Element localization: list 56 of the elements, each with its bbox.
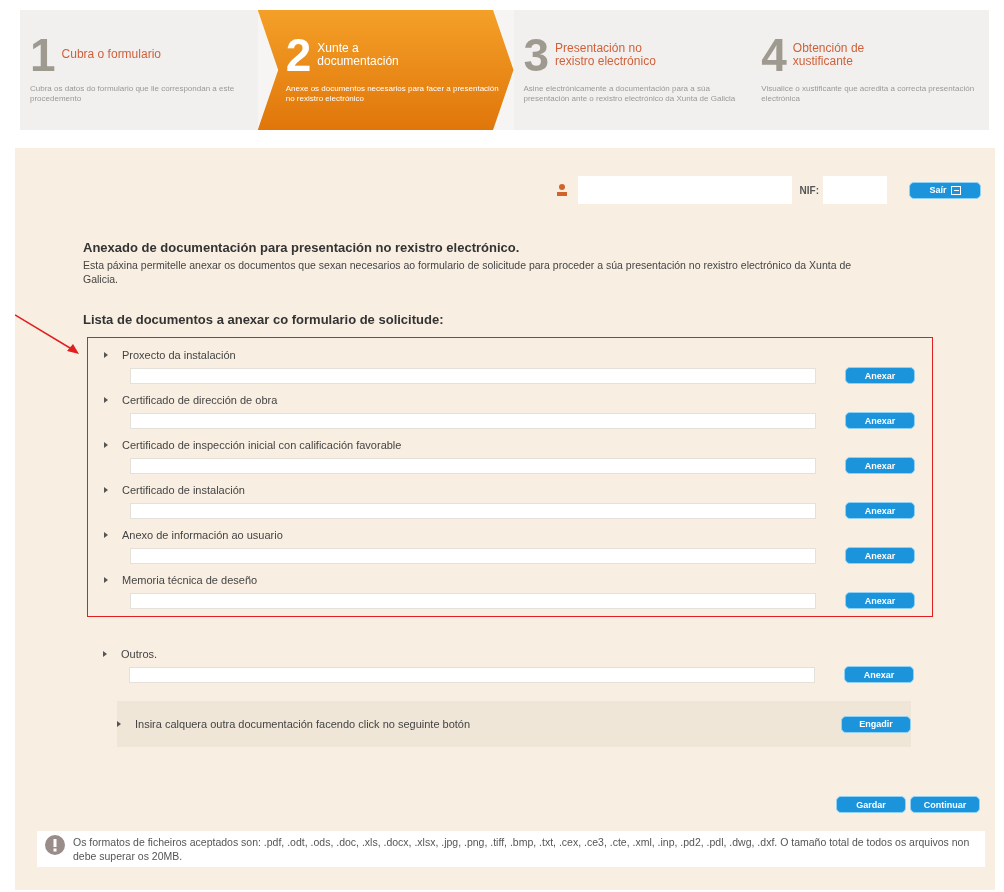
attach-button[interactable]: Anexar [845,592,915,610]
exit-button[interactable]: Saír [909,181,981,199]
bullet-icon [104,351,108,358]
exit-icon [950,185,961,195]
document-name: Proxecto da instalación [122,348,236,361]
page-heading: Anexado de documentación para presentación no rexistro electrónico. [83,240,521,255]
step-title: Obtención de xustificante [792,41,866,69]
file-field[interactable] [130,457,816,474]
file-field[interactable] [130,592,816,609]
attach-button[interactable]: Anexar [845,502,915,520]
attach-button[interactable]: Anexar [844,666,914,684]
document-name: Outros. [121,647,158,660]
file-field[interactable] [130,502,816,519]
step-number: 2 [285,32,312,78]
step-title: Cubra o formulario [61,48,162,62]
bullet-icon [104,531,108,538]
document-name: Certificado de inspección inicial con calificación favorable [122,438,402,451]
attach-button[interactable]: Anexar [845,547,915,565]
add-document-text: Insira calquera outra documentación facendo click no seguinte botón [135,718,471,731]
step-number: 4 [761,32,787,78]
action-button[interactable]: Gardar [836,796,906,813]
intro-text: Esta páxina permitelle anexar os documentos que sexan necesarios ao formulario de solicitude para proceder a súa presentación no rexistro electrónico da Xunta de Galicia. [83,259,853,287]
attach-button[interactable]: Anexar [845,412,915,430]
step-description: Cubra os datos do formulario que lle correspondan a este procedemento [30,84,236,104]
notice-text: Os formatos de ficheiros aceptados son: .pdf, .odt, .ods, .doc, .xls, .docx, .xlsx, .jpg, .png, .tiff, .bmp, .txt, .cex, .ce3, .cte, .xml, .inp, .pd2, .pdl, .dwg, .dxf. O tamaño total de todos os arquivos non debe superar os 20MB. [73,835,971,864]
document-name: Certificado de instalación [122,483,245,496]
list-title: Lista de documentos a anexar co formulario de solicitude: [83,312,445,328]
nif-label: NIF: [799,184,819,196]
document-name: Memoria técnica de deseño [122,573,258,586]
attach-button[interactable]: Anexar [845,367,915,385]
name-field[interactable] [577,176,792,204]
step-description: Visualice o xustificante que acredita a correcta presentación electrónica [761,84,976,104]
step-title: Presentación no rexistro electrónico [555,41,657,69]
step-description: Asine electrónicamente a documentación para a súa presentación ante o rexistro electrónico da Xunta de Galicia [523,84,737,104]
file-field[interactable] [130,547,816,564]
document-name: Anexo de información ao usuario [122,528,283,541]
step-number: 1 [30,32,56,78]
document-name: Certificado de dirección de obra [122,393,278,406]
step-title: Xunte a documentación [317,41,400,69]
bullet-icon [104,396,108,403]
file-field[interactable] [129,666,815,683]
file-field[interactable] [130,412,816,429]
action-button[interactable]: Continuar [910,796,980,813]
bullet-icon [104,441,108,448]
bullet-icon [103,650,107,657]
file-field[interactable] [130,367,816,384]
bullet-icon [117,721,121,728]
user-icon [555,183,568,197]
add-button[interactable]: Engadir [841,715,911,733]
step-number: 3 [523,32,550,78]
nif-field[interactable] [823,176,887,204]
info-icon [45,835,65,855]
attach-button[interactable]: Anexar [845,457,915,475]
step-description: Anexe os documentos necesarios para facer a presentación no rexistro electrónico [285,84,500,104]
bullet-icon [104,486,108,493]
bullet-icon [104,576,108,583]
